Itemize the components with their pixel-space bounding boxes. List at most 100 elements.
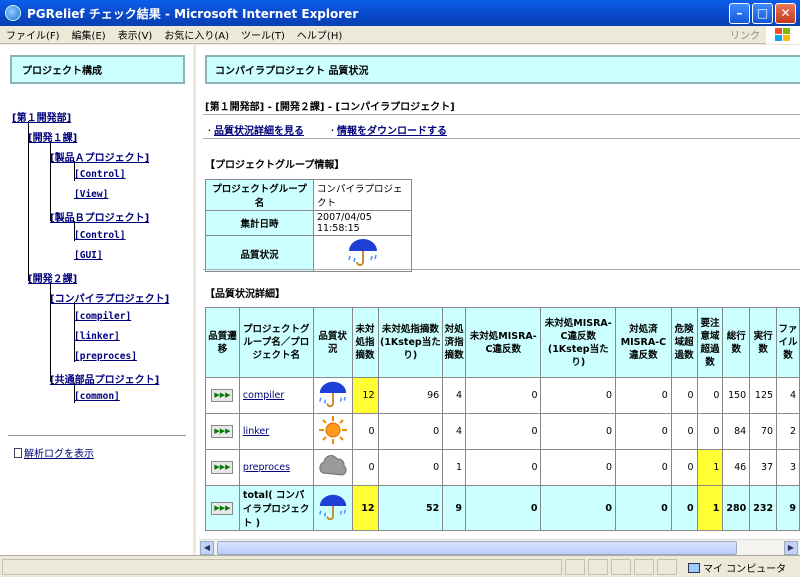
tree-node-preproces[interactable]: [preproces] [74,351,137,362]
col-open-issues-per-kstep: 未対処指摘数(1Kstep当たり) [377,307,444,378]
name-cell: total( コンパイラプロジェクト ) [238,485,314,531]
col-resolved-issues: 対処済指摘数 [442,307,467,378]
table-cell: 1 [696,485,724,531]
project-link-preproces[interactable]: preproces [243,462,290,473]
tree-connector [28,121,29,281]
menu-favorites[interactable]: お気に入り(A) [158,27,235,42]
windows-logo-icon [766,25,800,44]
links-toolbar[interactable]: リンク [724,27,766,42]
scroll-right-icon[interactable]: ▶ [784,541,798,555]
tree-node-compiler-project[interactable]: [コンパイラプロジェクト] [50,290,169,305]
divider [203,269,800,270]
trend-button[interactable]: ▶▶▶ [211,461,234,474]
umbrella-rain-icon [318,381,346,408]
status-cell [312,485,353,531]
date-value: 2007/04/05 11:58:15 [313,210,412,236]
quality-detail-table: 品質遷移 プロジェクトグループ名／プロジェクト名 品質状況 未対処指摘数 未対処… [205,307,800,531]
tree-node-section2[interactable]: [開発２課] [28,270,77,285]
status-bar: マイ コンピュータ [0,555,800,577]
scroll-left-icon[interactable]: ◀ [200,541,214,555]
trend-button[interactable]: ▶▶▶ [211,425,234,438]
status-cell [634,559,654,575]
page-title: コンパイラプロジェクト 品質状況 [205,55,800,84]
trend-cell: ▶▶▶ [205,377,240,414]
col-name: プロジェクトグループ名／プロジェクト名 [238,307,314,378]
content-area: プロジェクト構成 [第１開発部] [開発１課] [製品Ａプロジェクト] [Con… [0,45,800,555]
status-cell [312,377,353,414]
table-cell: 1 [442,449,467,486]
tree-node-compiler[interactable]: [compiler] [74,311,131,322]
tree-node-common[interactable]: [common] [74,391,120,402]
table-cell: 2 [776,413,800,450]
date-label: 集計日時 [205,210,314,236]
table-cell: 0 [540,485,617,531]
umbrella-rain-icon [347,239,377,266]
quality-status-cell [313,235,412,272]
menu-file[interactable]: ファイル(F) [0,27,66,42]
ie-icon [5,5,21,21]
menu-edit[interactable]: 編集(E) [66,27,112,42]
table-cell: 232 [749,485,778,531]
col-caution-exceeded: 要注意域超過数 [696,307,724,378]
divider [203,114,800,115]
menu-help[interactable]: ヘルプ(H) [291,27,348,42]
menu-view[interactable]: 表示(V) [112,27,159,42]
quality-detail-link[interactable]: 品質状況詳細を見る [214,126,304,137]
tree-node-product-a[interactable]: [製品Ａプロジェクト] [50,149,149,164]
maximize-button[interactable]: □ [752,2,773,24]
name-cell: compiler [238,377,314,414]
trend-cell: ▶▶▶ [205,449,240,486]
trend-button[interactable]: ▶▶▶ [211,501,234,515]
download-link[interactable]: 情報をダウンロードする [337,126,447,137]
scrollbar-thumb[interactable] [217,541,737,555]
table-cell: 70 [749,413,778,450]
col-resolved-misra: 対処済MISRA-C違反数 [615,307,672,378]
table-cell: 4 [776,377,800,414]
menu-tools[interactable]: ツール(T) [235,27,291,42]
close-button[interactable]: ✕ [775,2,796,24]
analysis-log-link[interactable]: 解析ログを表示 [14,445,94,460]
table-cell: 0 [670,485,698,531]
project-link-linker[interactable]: linker [243,426,269,437]
tree-node-linker[interactable]: [linker] [74,331,120,342]
status-text-area [2,559,562,575]
tree-node-product-b[interactable]: [製品Ｂプロジェクト] [50,209,149,224]
table-cell: 280 [722,485,751,531]
col-open-misra-per-kstep: 未対処MISRA-C違反数(1Kstep当たり) [540,307,617,378]
table-cell: 1 [696,449,724,486]
tree-node-a-view[interactable]: [View] [74,189,108,200]
project-link-compiler[interactable]: compiler [243,390,284,401]
minimize-button[interactable]: – [729,2,750,24]
breadcrumb: [第１開発部] - [開発２課] - [コンパイラプロジェクト] [205,102,455,113]
window-title: PGRelief チェック結果 - Microsoft Internet Exp… [27,6,359,21]
tree-header: プロジェクト構成 [10,55,185,84]
tree-node-section1[interactable]: [開発１課] [28,129,77,144]
sun-icon [318,416,347,444]
table-cell: 0 [696,413,724,450]
trend-button[interactable]: ▶▶▶ [211,389,234,402]
menu-bar: ファイル(F) 編集(E) 表示(V) お気に入り(A) ツール(T) ヘルプ(… [0,25,800,44]
table-cell: 0 [615,449,672,486]
table-cell: 4 [442,377,467,414]
title-bar: PGRelief チェック結果 - Microsoft Internet Exp… [0,0,800,26]
tree-node-dept1[interactable]: [第１開発部] [12,109,71,124]
tree-node-b-gui[interactable]: [GUI] [74,250,103,261]
trend-cell: ▶▶▶ [205,485,240,531]
status-cell [312,449,353,486]
table-cell: 0 [377,413,444,450]
horizontal-scrollbar[interactable]: ◀ ▶ [199,539,800,555]
divider [203,138,800,139]
col-open-issues: 未対処指摘数 [351,307,379,378]
divider [8,435,186,436]
table-cell: 0 [670,449,698,486]
status-cell [588,559,608,575]
table-cell: 84 [722,413,751,450]
tree-node-b-control[interactable]: [Control] [74,230,125,241]
col-danger-exceeded: 危険域超過数 [670,307,698,378]
cloud-icon [318,455,347,476]
tree-node-common-project[interactable]: [共通部品プロジェクト] [50,371,159,386]
tree-node-a-control[interactable]: [Control] [74,169,125,180]
status-cell [657,559,677,575]
table-cell: 46 [722,449,751,486]
trend-cell: ▶▶▶ [205,413,240,450]
